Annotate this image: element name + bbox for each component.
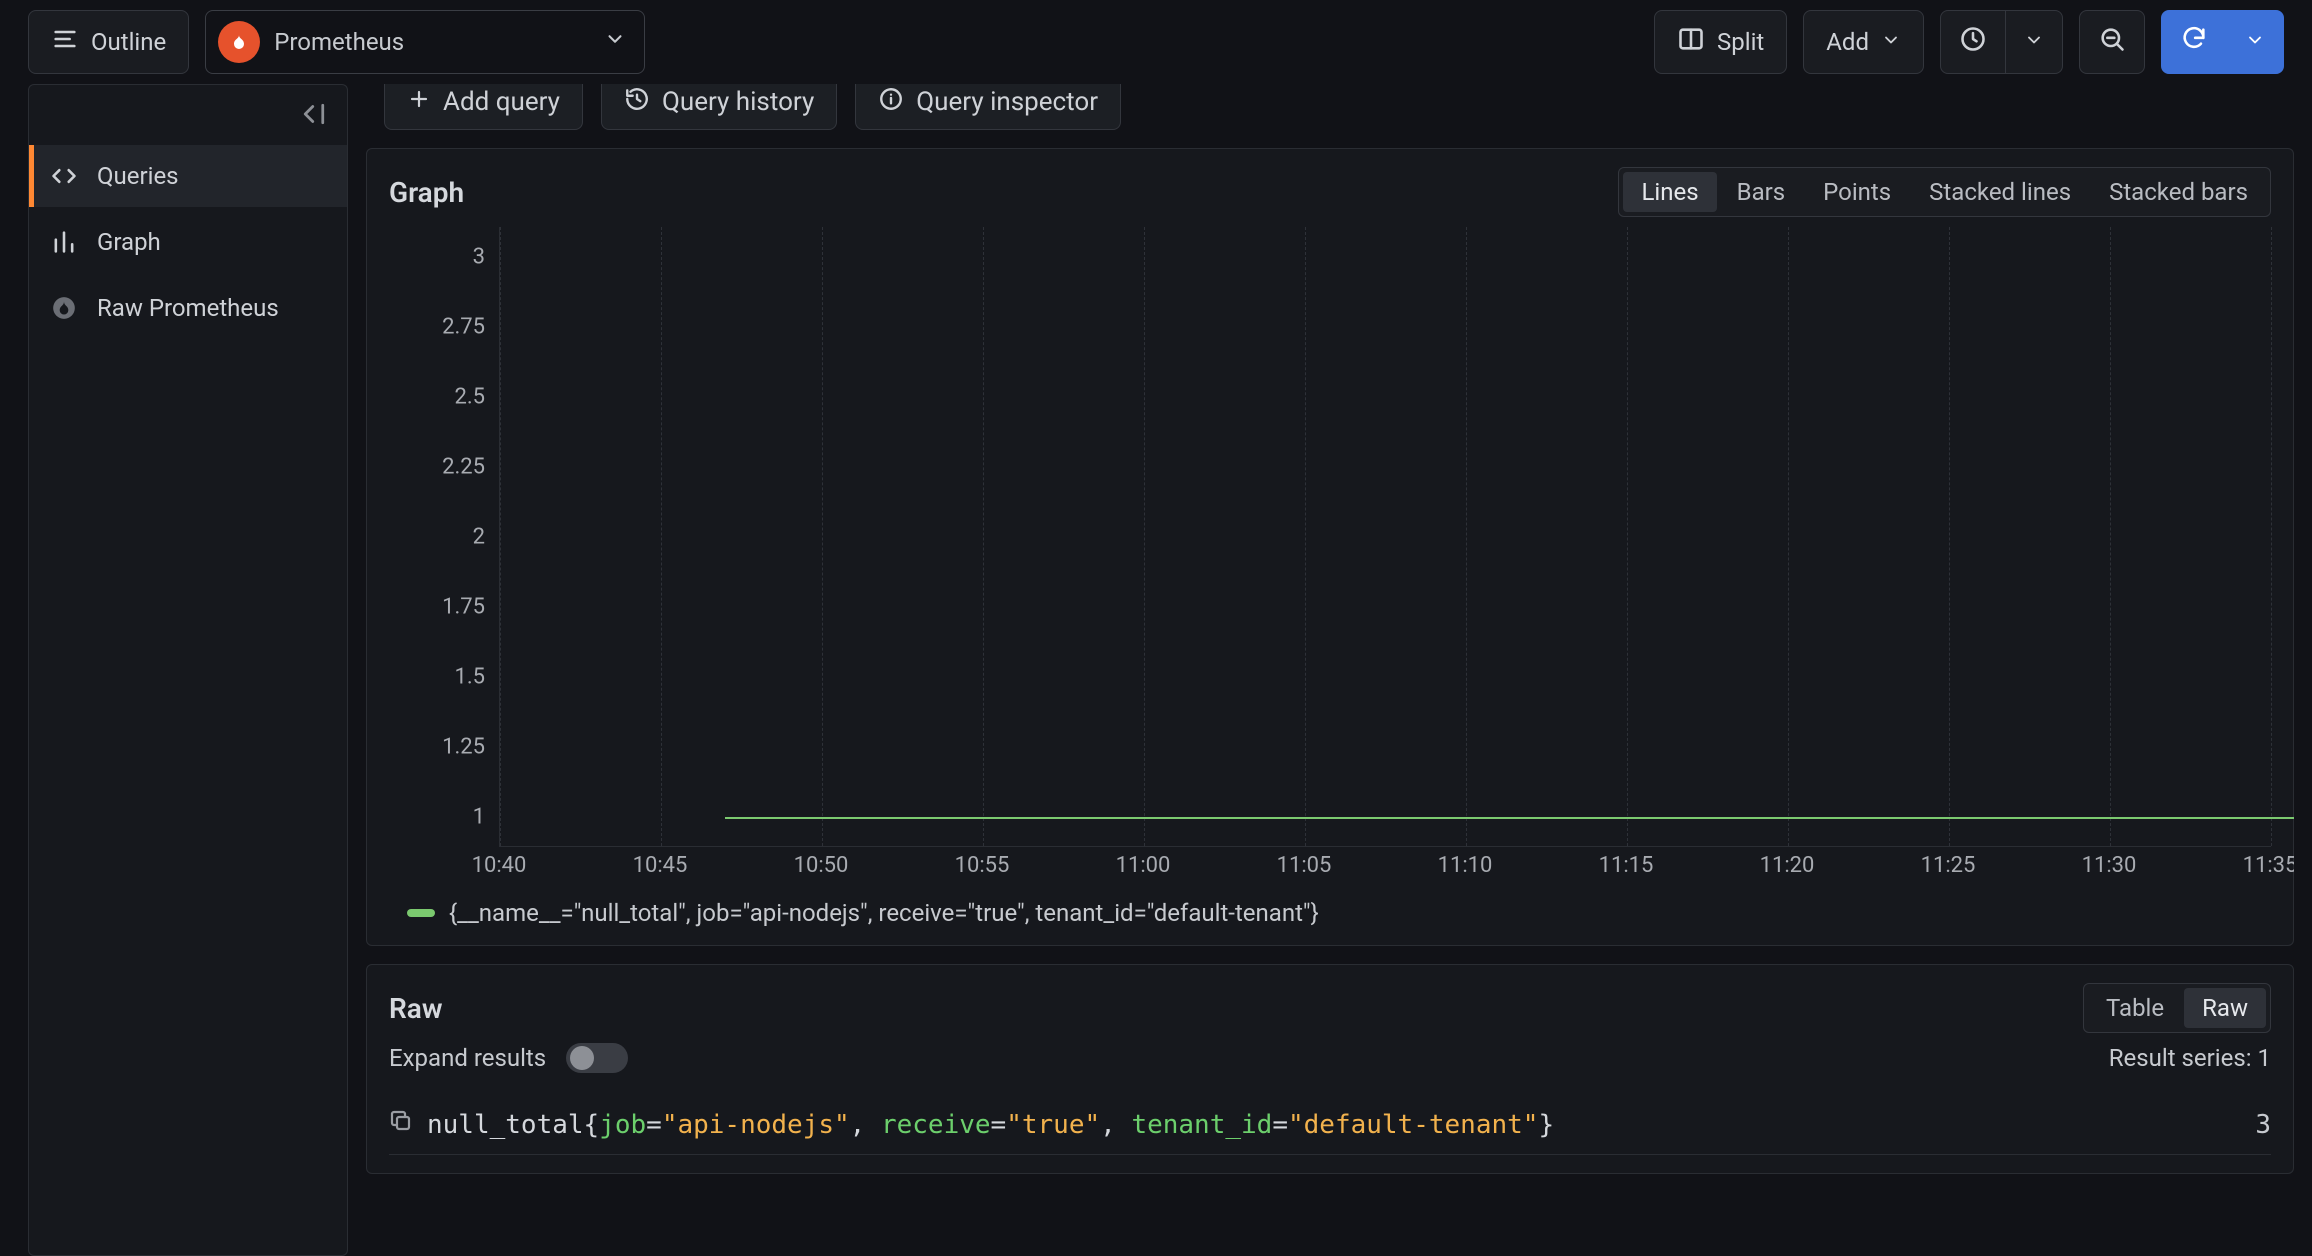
list-icon (51, 25, 79, 59)
sidebar-item-label: Queries (97, 162, 179, 190)
refresh-interval-menu[interactable] (2227, 10, 2284, 74)
prometheus-logo-icon (218, 21, 260, 63)
bar-chart-icon (47, 228, 81, 256)
x-tick: 11:15 (1599, 853, 1654, 878)
view-mode-stacked-lines[interactable]: Stacked lines (1911, 172, 2089, 212)
raw-metric-value: 3 (2255, 1110, 2271, 1140)
y-tick: 1.25 (442, 735, 485, 760)
zoom-out-button[interactable] (2079, 10, 2145, 74)
x-tick: 10:50 (794, 853, 849, 878)
view-mode-stacked-bars[interactable]: Stacked bars (2091, 172, 2266, 212)
expand-results-label: Expand results (389, 1044, 546, 1072)
x-tick: 10:55 (955, 853, 1010, 878)
chevron-down-icon (1881, 28, 1901, 56)
topbar: Outline Prometheus Split Add (0, 0, 2312, 84)
y-tick: 2 (473, 525, 485, 550)
sidebar-item-label: Raw Prometheus (97, 294, 279, 322)
raw-tab-table[interactable]: Table (2088, 988, 2182, 1028)
chevron-down-icon (604, 28, 626, 56)
datasource-name: Prometheus (274, 28, 404, 56)
split-label: Split (1717, 28, 1764, 56)
query-history-label: Query history (662, 87, 814, 117)
sidebar-item-label: Graph (97, 228, 161, 256)
query-actions-row: Add query Query history Query inspector (366, 84, 2294, 130)
refresh-button[interactable] (2161, 10, 2227, 74)
add-label: Add (1826, 28, 1869, 56)
y-tick: 1 (473, 805, 485, 830)
time-range-menu[interactable] (2006, 10, 2063, 74)
code-icon (47, 162, 81, 190)
prometheus-icon (47, 295, 81, 321)
time-range-group (1940, 10, 2063, 74)
chevron-down-icon (2245, 28, 2265, 56)
x-tick: 10:40 (472, 853, 527, 878)
raw-result-row: null_total{job="api-nodejs", receive="tr… (389, 1095, 2271, 1155)
legend-text: {__name__="null_total", job="api-nodejs"… (449, 899, 1319, 927)
expand-results-toggle[interactable] (566, 1043, 628, 1073)
raw-panel: Raw Table Raw Expand results Result seri… (366, 964, 2294, 1174)
info-icon (878, 86, 904, 119)
query-inspector-label: Query inspector (916, 87, 1098, 117)
refresh-group (2161, 10, 2284, 74)
sidebar-item-graph[interactable]: Graph (29, 211, 347, 273)
view-mode-bars[interactable]: Bars (1719, 172, 1804, 212)
x-tick: 11:05 (1277, 853, 1332, 878)
history-icon (624, 86, 650, 119)
split-button[interactable]: Split (1654, 10, 1787, 74)
main-content: Add query Query history Query inspector … (366, 84, 2294, 1256)
graph-panel: Graph Lines Bars Points Stacked lines St… (366, 148, 2294, 946)
raw-panel-title: Raw (389, 992, 443, 1025)
query-history-button[interactable]: Query history (601, 84, 837, 130)
chart[interactable]: 3 2.75 2.5 2.25 2 1.75 1.5 1.25 1 10:40 10:45 10:5… (389, 227, 2271, 889)
y-tick: 3 (473, 245, 485, 270)
chart-legend[interactable]: {__name__="null_total", job="api-nodejs"… (407, 899, 2271, 927)
x-tick: 11:30 (2082, 853, 2137, 878)
view-mode-points[interactable]: Points (1805, 172, 1909, 212)
x-tick: 11:25 (1921, 853, 1976, 878)
outline-button[interactable]: Outline (28, 10, 189, 74)
y-tick: 1.5 (454, 665, 485, 690)
result-series-count: Result series: 1 (2109, 1044, 2271, 1072)
clock-icon (1959, 25, 1987, 59)
refresh-icon (2180, 25, 2208, 59)
y-tick: 2.5 (454, 385, 485, 410)
x-tick: 11:35 (2243, 853, 2294, 878)
y-tick: 2.75 (442, 315, 485, 340)
add-query-button[interactable]: Add query (384, 84, 583, 130)
zoom-out-icon (2098, 25, 2126, 59)
raw-metric-expression: null_total{job="api-nodejs", receive="tr… (427, 1110, 1554, 1140)
y-tick: 1.75 (442, 595, 485, 620)
y-tick: 2.25 (442, 455, 485, 480)
collapse-sidebar-icon[interactable] (299, 99, 329, 135)
sidebar: Queries Graph Raw Prometheus (28, 84, 348, 1256)
x-tick: 10:45 (633, 853, 688, 878)
add-query-label: Add query (443, 87, 560, 117)
x-tick: 11:20 (1760, 853, 1815, 878)
x-tick: 11:00 (1116, 853, 1171, 878)
sidebar-item-queries[interactable]: Queries (29, 145, 347, 207)
raw-tab-raw[interactable]: Raw (2184, 988, 2266, 1028)
plus-icon (407, 87, 431, 118)
copy-icon[interactable] (389, 1109, 413, 1140)
query-inspector-button[interactable]: Query inspector (855, 84, 1121, 130)
graph-panel-title: Graph (389, 176, 464, 209)
x-tick: 11:10 (1438, 853, 1493, 878)
datasource-selector[interactable]: Prometheus (205, 10, 645, 74)
raw-view-mode: Table Raw (2083, 983, 2271, 1033)
split-pane-icon (1677, 25, 1705, 59)
add-button[interactable]: Add (1803, 10, 1924, 74)
legend-swatch (407, 909, 435, 917)
chevron-down-icon (2024, 28, 2044, 56)
outline-label: Outline (91, 28, 166, 56)
time-range-button[interactable] (1940, 10, 2006, 74)
graph-view-mode: Lines Bars Points Stacked lines Stacked … (1618, 167, 2271, 217)
sidebar-item-raw-prometheus[interactable]: Raw Prometheus (29, 277, 347, 339)
view-mode-lines[interactable]: Lines (1623, 172, 1716, 212)
